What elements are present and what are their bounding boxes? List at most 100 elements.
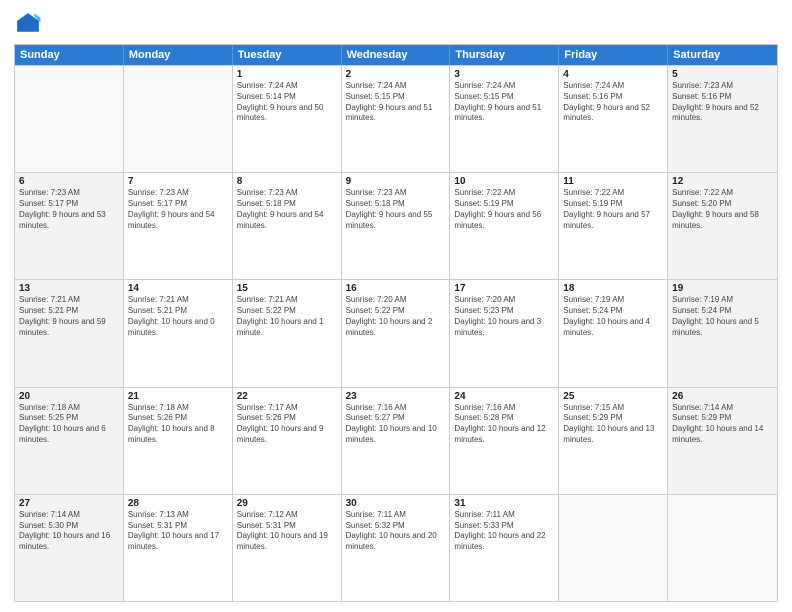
day-number: 2 — [346, 69, 446, 80]
day-number: 16 — [346, 283, 446, 294]
day-number: 27 — [19, 498, 119, 509]
calendar-cell: 24Sunrise: 7:16 AMSunset: 5:28 PMDayligh… — [450, 388, 559, 494]
day-number: 13 — [19, 283, 119, 294]
calendar-cell: 23Sunrise: 7:16 AMSunset: 5:27 PMDayligh… — [342, 388, 451, 494]
day-number: 18 — [563, 283, 663, 294]
day-number: 5 — [672, 69, 773, 80]
day-info: Sunrise: 7:23 AMSunset: 5:18 PMDaylight:… — [346, 188, 446, 231]
calendar-cell: 29Sunrise: 7:12 AMSunset: 5:31 PMDayligh… — [233, 495, 342, 601]
day-info: Sunrise: 7:23 AMSunset: 5:17 PMDaylight:… — [19, 188, 119, 231]
calendar: SundayMondayTuesdayWednesdayThursdayFrid… — [14, 44, 778, 602]
calendar-cell: 1Sunrise: 7:24 AMSunset: 5:14 PMDaylight… — [233, 66, 342, 172]
day-info: Sunrise: 7:11 AMSunset: 5:33 PMDaylight:… — [454, 510, 554, 553]
calendar-cell: 7Sunrise: 7:23 AMSunset: 5:17 PMDaylight… — [124, 173, 233, 279]
calendar-day-header: Saturday — [668, 45, 777, 65]
day-info: Sunrise: 7:19 AMSunset: 5:24 PMDaylight:… — [672, 295, 773, 338]
day-info: Sunrise: 7:20 AMSunset: 5:23 PMDaylight:… — [454, 295, 554, 338]
calendar-cell: 20Sunrise: 7:18 AMSunset: 5:25 PMDayligh… — [15, 388, 124, 494]
day-info: Sunrise: 7:17 AMSunset: 5:26 PMDaylight:… — [237, 403, 337, 446]
calendar-cell: 2Sunrise: 7:24 AMSunset: 5:15 PMDaylight… — [342, 66, 451, 172]
day-info: Sunrise: 7:15 AMSunset: 5:29 PMDaylight:… — [563, 403, 663, 446]
calendar-cell: 26Sunrise: 7:14 AMSunset: 5:29 PMDayligh… — [668, 388, 777, 494]
day-info: Sunrise: 7:24 AMSunset: 5:15 PMDaylight:… — [346, 81, 446, 124]
day-number: 4 — [563, 69, 663, 80]
day-info: Sunrise: 7:19 AMSunset: 5:24 PMDaylight:… — [563, 295, 663, 338]
calendar-day-header: Tuesday — [233, 45, 342, 65]
logo — [14, 10, 46, 38]
calendar-cell: 18Sunrise: 7:19 AMSunset: 5:24 PMDayligh… — [559, 280, 668, 386]
day-info: Sunrise: 7:11 AMSunset: 5:32 PMDaylight:… — [346, 510, 446, 553]
day-number: 23 — [346, 391, 446, 402]
day-number: 12 — [672, 176, 773, 187]
calendar-cell: 28Sunrise: 7:13 AMSunset: 5:31 PMDayligh… — [124, 495, 233, 601]
calendar-day-header: Thursday — [450, 45, 559, 65]
calendar-cell: 8Sunrise: 7:23 AMSunset: 5:18 PMDaylight… — [233, 173, 342, 279]
day-info: Sunrise: 7:24 AMSunset: 5:14 PMDaylight:… — [237, 81, 337, 124]
day-info: Sunrise: 7:24 AMSunset: 5:16 PMDaylight:… — [563, 81, 663, 124]
calendar-cell: 27Sunrise: 7:14 AMSunset: 5:30 PMDayligh… — [15, 495, 124, 601]
day-info: Sunrise: 7:12 AMSunset: 5:31 PMDaylight:… — [237, 510, 337, 553]
calendar-cell: 16Sunrise: 7:20 AMSunset: 5:22 PMDayligh… — [342, 280, 451, 386]
calendar-cell: 9Sunrise: 7:23 AMSunset: 5:18 PMDaylight… — [342, 173, 451, 279]
day-info: Sunrise: 7:23 AMSunset: 5:16 PMDaylight:… — [672, 81, 773, 124]
calendar-cell — [15, 66, 124, 172]
calendar-body: 1Sunrise: 7:24 AMSunset: 5:14 PMDaylight… — [15, 65, 777, 601]
day-number: 17 — [454, 283, 554, 294]
day-number: 25 — [563, 391, 663, 402]
day-info: Sunrise: 7:18 AMSunset: 5:26 PMDaylight:… — [128, 403, 228, 446]
calendar-cell — [668, 495, 777, 601]
calendar-cell: 30Sunrise: 7:11 AMSunset: 5:32 PMDayligh… — [342, 495, 451, 601]
day-info: Sunrise: 7:22 AMSunset: 5:19 PMDaylight:… — [563, 188, 663, 231]
day-number: 10 — [454, 176, 554, 187]
calendar-cell: 31Sunrise: 7:11 AMSunset: 5:33 PMDayligh… — [450, 495, 559, 601]
calendar-day-header: Monday — [124, 45, 233, 65]
day-number: 28 — [128, 498, 228, 509]
calendar-day-header: Friday — [559, 45, 668, 65]
calendar-cell: 19Sunrise: 7:19 AMSunset: 5:24 PMDayligh… — [668, 280, 777, 386]
day-info: Sunrise: 7:22 AMSunset: 5:19 PMDaylight:… — [454, 188, 554, 231]
day-number: 21 — [128, 391, 228, 402]
calendar-cell: 17Sunrise: 7:20 AMSunset: 5:23 PMDayligh… — [450, 280, 559, 386]
calendar-week-row: 20Sunrise: 7:18 AMSunset: 5:25 PMDayligh… — [15, 387, 777, 494]
day-info: Sunrise: 7:13 AMSunset: 5:31 PMDaylight:… — [128, 510, 228, 553]
calendar-cell: 6Sunrise: 7:23 AMSunset: 5:17 PMDaylight… — [15, 173, 124, 279]
day-info: Sunrise: 7:14 AMSunset: 5:29 PMDaylight:… — [672, 403, 773, 446]
day-number: 8 — [237, 176, 337, 187]
day-number: 7 — [128, 176, 228, 187]
day-number: 14 — [128, 283, 228, 294]
day-info: Sunrise: 7:21 AMSunset: 5:21 PMDaylight:… — [128, 295, 228, 338]
day-info: Sunrise: 7:16 AMSunset: 5:27 PMDaylight:… — [346, 403, 446, 446]
calendar-cell: 3Sunrise: 7:24 AMSunset: 5:15 PMDaylight… — [450, 66, 559, 172]
calendar-cell: 10Sunrise: 7:22 AMSunset: 5:19 PMDayligh… — [450, 173, 559, 279]
calendar-cell: 4Sunrise: 7:24 AMSunset: 5:16 PMDaylight… — [559, 66, 668, 172]
day-number: 9 — [346, 176, 446, 187]
day-info: Sunrise: 7:22 AMSunset: 5:20 PMDaylight:… — [672, 188, 773, 231]
calendar-cell: 14Sunrise: 7:21 AMSunset: 5:21 PMDayligh… — [124, 280, 233, 386]
day-number: 29 — [237, 498, 337, 509]
day-number: 20 — [19, 391, 119, 402]
day-number: 15 — [237, 283, 337, 294]
day-info: Sunrise: 7:23 AMSunset: 5:18 PMDaylight:… — [237, 188, 337, 231]
day-number: 30 — [346, 498, 446, 509]
day-number: 19 — [672, 283, 773, 294]
calendar-cell: 13Sunrise: 7:21 AMSunset: 5:21 PMDayligh… — [15, 280, 124, 386]
calendar-cell: 21Sunrise: 7:18 AMSunset: 5:26 PMDayligh… — [124, 388, 233, 494]
day-number: 11 — [563, 176, 663, 187]
day-info: Sunrise: 7:21 AMSunset: 5:21 PMDaylight:… — [19, 295, 119, 338]
day-info: Sunrise: 7:20 AMSunset: 5:22 PMDaylight:… — [346, 295, 446, 338]
day-number: 24 — [454, 391, 554, 402]
day-number: 22 — [237, 391, 337, 402]
calendar-cell — [559, 495, 668, 601]
calendar-week-row: 1Sunrise: 7:24 AMSunset: 5:14 PMDaylight… — [15, 65, 777, 172]
day-info: Sunrise: 7:24 AMSunset: 5:15 PMDaylight:… — [454, 81, 554, 124]
calendar-week-row: 13Sunrise: 7:21 AMSunset: 5:21 PMDayligh… — [15, 279, 777, 386]
calendar-day-header: Wednesday — [342, 45, 451, 65]
day-number: 1 — [237, 69, 337, 80]
page: SundayMondayTuesdayWednesdayThursdayFrid… — [0, 0, 792, 612]
day-number: 6 — [19, 176, 119, 187]
calendar-cell: 15Sunrise: 7:21 AMSunset: 5:22 PMDayligh… — [233, 280, 342, 386]
day-info: Sunrise: 7:14 AMSunset: 5:30 PMDaylight:… — [19, 510, 119, 553]
calendar-cell: 22Sunrise: 7:17 AMSunset: 5:26 PMDayligh… — [233, 388, 342, 494]
logo-icon — [14, 10, 42, 38]
calendar-cell: 12Sunrise: 7:22 AMSunset: 5:20 PMDayligh… — [668, 173, 777, 279]
